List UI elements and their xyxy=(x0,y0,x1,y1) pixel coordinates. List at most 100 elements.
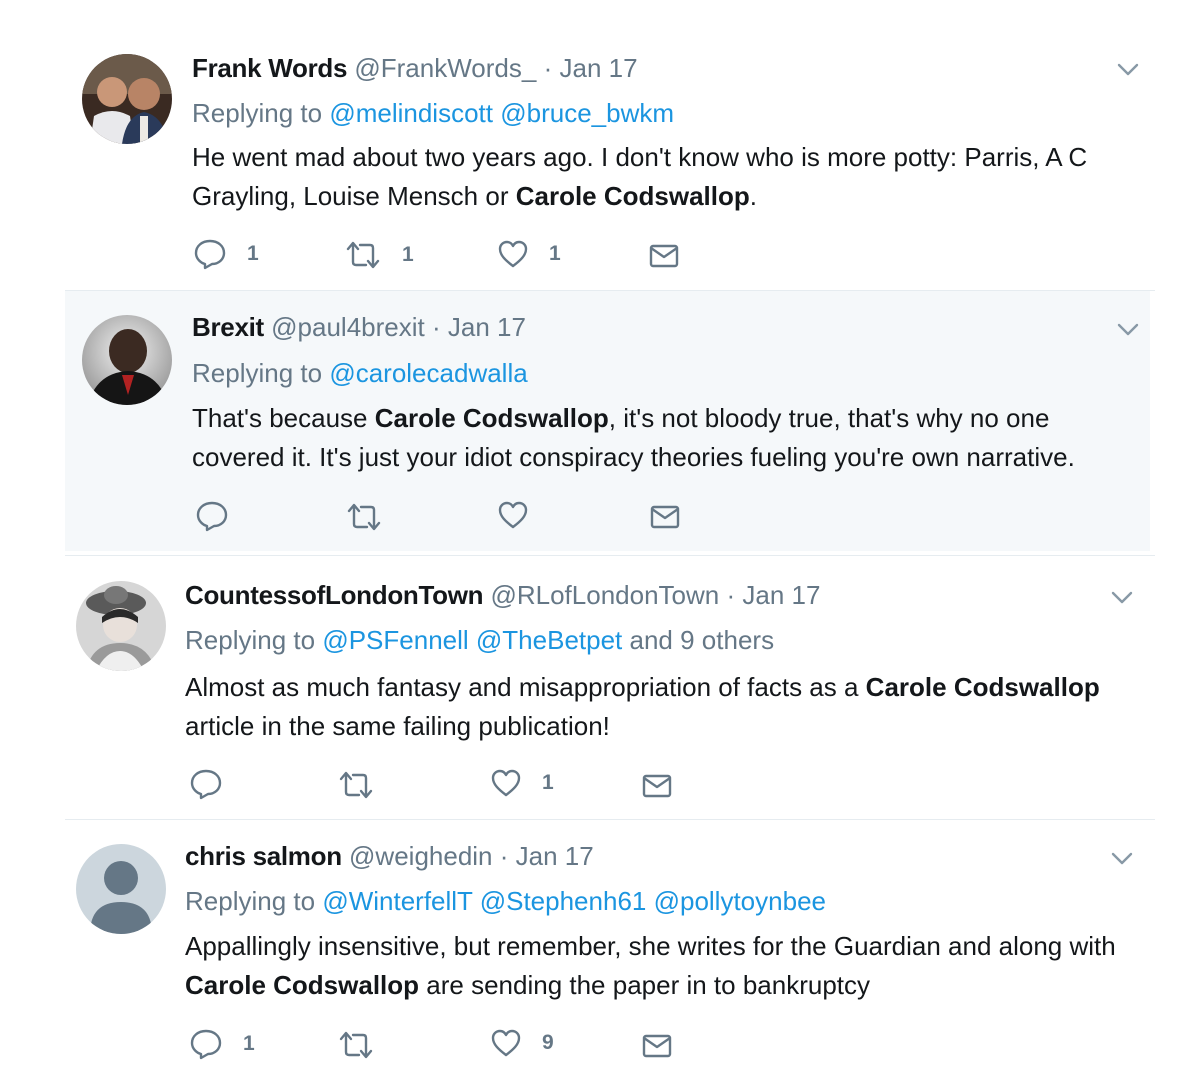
replying-label: Replying to xyxy=(192,98,323,128)
direct-message-button[interactable] xyxy=(649,503,681,531)
replying-to: Replying to @carolecadwalla xyxy=(192,356,528,390)
tweet[interactable]: CountessofLondonTown @RLofLondonTown · J… xyxy=(0,556,1200,816)
tweet-header: chris salmon @weighedin · Jan 17 xyxy=(185,839,594,873)
retweet-count: 1 xyxy=(402,243,414,266)
chevron-down-icon[interactable] xyxy=(1114,315,1142,343)
reply-icon xyxy=(194,239,226,270)
user-handle[interactable]: @FrankWords_ xyxy=(354,53,536,83)
avatar[interactable] xyxy=(82,54,172,144)
mention-link[interactable]: @melindiscott xyxy=(329,98,493,128)
retweet-icon xyxy=(339,1031,373,1059)
replying-label: Replying to xyxy=(192,358,323,388)
user-handle[interactable]: @RLofLondonTown xyxy=(490,580,719,610)
like-count: 1 xyxy=(549,242,561,265)
like-button[interactable]: 1 xyxy=(490,768,554,798)
tweet-feed: Frank Words @FrankWords_ · Jan 17 Replyi… xyxy=(0,0,1200,1065)
tweet-text: Appallingly insensitive, but remember, s… xyxy=(185,927,1135,1005)
others-label[interactable]: and 9 others xyxy=(630,625,775,655)
replying-to: Replying to @PSFennell @TheBetpet and 9 … xyxy=(185,623,774,657)
like-count: 9 xyxy=(542,1031,554,1054)
direct-message-button[interactable] xyxy=(648,242,680,270)
replying-to: Replying to @WinterfellT @Stephenh61 @po… xyxy=(185,884,826,918)
avatar[interactable] xyxy=(76,844,166,934)
user-handle[interactable]: @weighedin xyxy=(349,841,492,871)
tweet-date[interactable]: Jan 17 xyxy=(448,312,526,342)
reply-button[interactable]: 1 xyxy=(193,238,259,270)
avatar[interactable] xyxy=(82,315,172,405)
reply-icon xyxy=(190,1029,222,1060)
tweet-text: He went mad about two years ago. I don't… xyxy=(192,138,1142,216)
retweet-icon xyxy=(346,241,380,269)
text-part: are sending the paper in to bankruptcy xyxy=(419,970,871,1000)
like-button[interactable]: 1 xyxy=(497,239,561,269)
display-name[interactable]: CountessofLondonTown xyxy=(185,580,484,610)
tweet-text: That's because Carole Codswallop, it's n… xyxy=(192,399,1127,477)
tweet[interactable]: chris salmon @weighedin · Jan 17 Replyin… xyxy=(0,820,1200,1065)
heart-icon xyxy=(498,501,528,529)
mention-link[interactable]: @TheBetpet xyxy=(476,625,622,655)
chevron-down-icon[interactable] xyxy=(1108,583,1136,611)
retweet-icon xyxy=(347,503,381,531)
like-button[interactable] xyxy=(497,500,549,530)
tweet-date[interactable]: Jan 17 xyxy=(742,580,820,610)
text-part: That's because xyxy=(192,403,375,433)
mention-link[interactable]: @carolecadwalla xyxy=(329,358,527,388)
tweet[interactable]: Brexit @paul4brexit · Jan 17 Replying to… xyxy=(65,291,1150,551)
replying-to: Replying to @melindiscott @bruce_bwkm xyxy=(192,96,674,130)
mention-link[interactable]: @WinterfellT xyxy=(322,886,472,916)
like-button[interactable]: 9 xyxy=(490,1028,554,1058)
separator-dot: · xyxy=(543,53,553,83)
direct-message-button[interactable] xyxy=(641,772,673,800)
display-name[interactable]: Frank Words xyxy=(192,53,347,83)
retweet-button[interactable] xyxy=(337,770,395,800)
retweet-button[interactable]: 1 xyxy=(344,240,414,270)
replying-label: Replying to xyxy=(185,886,316,916)
display-name[interactable]: chris salmon xyxy=(185,841,342,871)
highlighted-name: Carole Codswallop xyxy=(865,672,1100,702)
reply-button[interactable] xyxy=(195,500,249,532)
highlighted-name: Carole Codswallop xyxy=(185,970,420,1000)
like-count: 1 xyxy=(542,771,554,794)
reply-count: 1 xyxy=(247,242,259,265)
mention-link[interactable]: @Stephenh61 xyxy=(480,886,647,916)
retweet-icon xyxy=(339,771,373,799)
reply-icon xyxy=(196,501,228,532)
text-part: Appallingly insensitive, but remember, s… xyxy=(185,931,1116,961)
envelope-icon xyxy=(642,774,672,798)
highlighted-name: Carole Codswallop xyxy=(374,403,609,433)
heart-icon xyxy=(491,769,521,797)
direct-message-button[interactable] xyxy=(641,1032,673,1060)
envelope-icon xyxy=(642,1034,672,1058)
envelope-icon xyxy=(650,505,680,529)
chevron-down-icon[interactable] xyxy=(1114,55,1142,83)
user-handle[interactable]: @paul4brexit xyxy=(271,312,425,342)
replying-label: Replying to xyxy=(185,625,316,655)
text-part: . xyxy=(749,181,757,211)
mention-link[interactable]: @pollytoynbee xyxy=(654,886,826,916)
reply-button[interactable]: 1 xyxy=(189,1028,255,1060)
mention-link[interactable]: @PSFennell xyxy=(322,625,468,655)
retweet-button[interactable] xyxy=(337,1030,395,1060)
separator-dot: · xyxy=(499,841,509,871)
highlighted-name: Carole Codswallop xyxy=(515,181,750,211)
tweet[interactable]: Frank Words @FrankWords_ · Jan 17 Replyi… xyxy=(0,30,1200,285)
separator-dot: · xyxy=(431,312,441,342)
reply-icon xyxy=(190,769,222,800)
tweet-date[interactable]: Jan 17 xyxy=(559,53,637,83)
separator-dot: · xyxy=(726,580,736,610)
avatar[interactable] xyxy=(76,581,166,671)
reply-button[interactable] xyxy=(189,768,243,800)
tweet-header: Frank Words @FrankWords_ · Jan 17 xyxy=(192,51,638,85)
envelope-icon xyxy=(649,244,679,268)
text-part: article in the same failing publication! xyxy=(185,711,610,741)
display-name[interactable]: Brexit xyxy=(192,312,264,342)
tweet-date[interactable]: Jan 17 xyxy=(516,841,594,871)
chevron-down-icon[interactable] xyxy=(1108,844,1136,872)
heart-icon xyxy=(498,240,528,268)
reply-count: 1 xyxy=(243,1032,255,1055)
retweet-button[interactable] xyxy=(345,502,403,532)
tweet-header: Brexit @paul4brexit · Jan 17 xyxy=(192,310,526,344)
heart-icon xyxy=(491,1029,521,1057)
mention-link[interactable]: @bruce_bwkm xyxy=(500,98,674,128)
tweet-header: CountessofLondonTown @RLofLondonTown · J… xyxy=(185,578,820,612)
